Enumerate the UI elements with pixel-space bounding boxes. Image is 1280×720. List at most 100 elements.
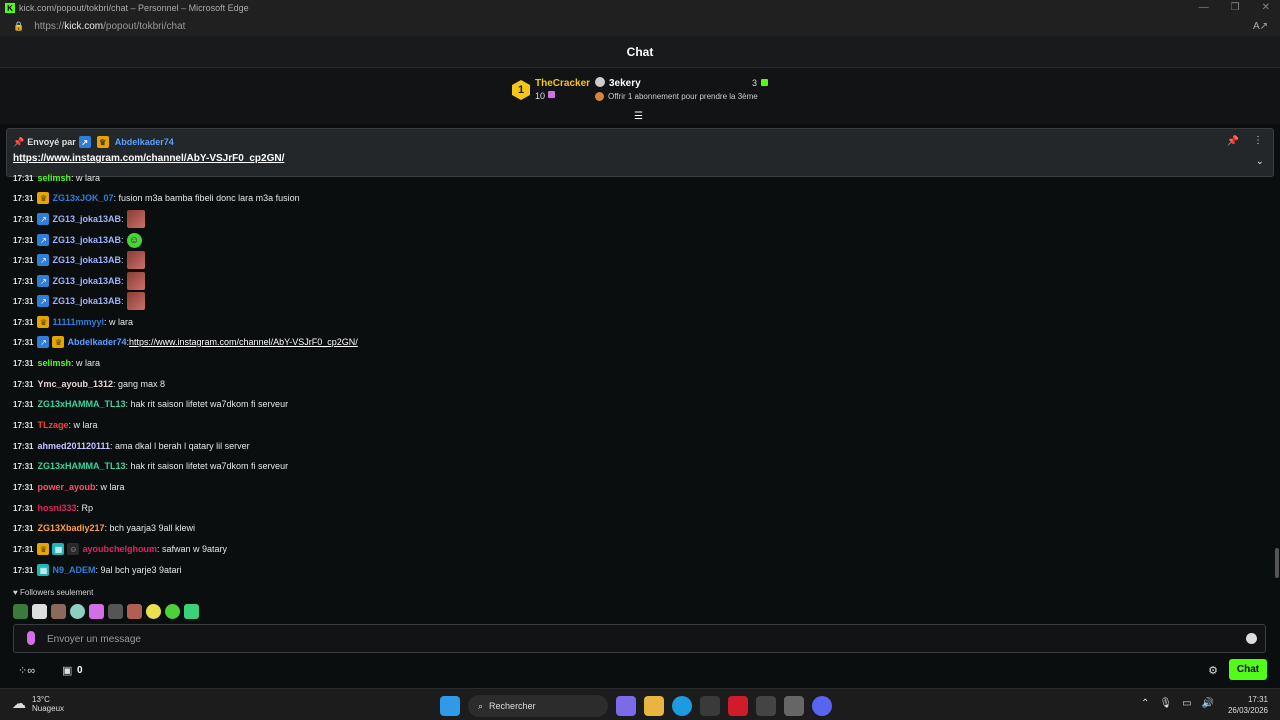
taskbar-clock[interactable]: 17:31 26/03/2026 bbox=[1228, 694, 1268, 716]
message-username[interactable]: Abdelkader74 bbox=[67, 337, 126, 347]
pinned-user[interactable]: Abdelkader74 bbox=[115, 137, 174, 147]
volume-icon[interactable]: 🔊 bbox=[1202, 698, 1214, 709]
message-username[interactable]: Ymc_ayoub_1312 bbox=[37, 379, 113, 389]
message-username[interactable]: ZG13xHAMMA_TL13 bbox=[37, 461, 125, 471]
vip-badge-icon: ↗ bbox=[37, 234, 50, 246]
leader-first-name[interactable]: TheCracker bbox=[535, 78, 590, 89]
maximize-button[interactable]: ❐ bbox=[1231, 2, 1240, 13]
chat-message: 17:31 ↗ ZG13_joka13AB: ☺ bbox=[13, 230, 142, 250]
message-link[interactable]: https://www.instagram.com/channel/AbY-VS… bbox=[129, 337, 358, 347]
message-username[interactable]: power_ayoub bbox=[37, 482, 95, 492]
message-text: : w lara bbox=[95, 482, 125, 492]
message-username[interactable]: ZG13xJOK_07 bbox=[52, 193, 113, 203]
copilot-icon[interactable] bbox=[616, 696, 636, 716]
unpin-icon[interactable]: 📌 bbox=[1227, 136, 1239, 147]
chat-message: 17:31 ↗ ♛ Abdelkader74: https://www.instagr… bbox=[13, 332, 358, 352]
emoji-picker-icon[interactable] bbox=[1246, 633, 1257, 644]
message-username[interactable]: selimsh bbox=[37, 358, 71, 368]
emote-1[interactable] bbox=[13, 603, 28, 619]
message-username[interactable]: ZG13_joka13AB bbox=[52, 276, 121, 286]
mic-tray-icon[interactable]: 🎙 bbox=[1159, 698, 1172, 709]
message-username[interactable]: hosni333 bbox=[37, 503, 76, 513]
chat-message: 17:31 ♛ 11111mmyyi: w lara bbox=[13, 312, 133, 332]
vip-badge-icon: ↗ bbox=[37, 213, 50, 225]
connections-icon[interactable]: ⁘∞ bbox=[18, 664, 35, 677]
file-explorer-icon[interactable] bbox=[644, 696, 664, 716]
emote-6[interactable] bbox=[108, 603, 123, 619]
chat-message: 17:31 ♛ ▦ ☺ ayoubchelghoum: safwan w 9atary bbox=[13, 539, 227, 559]
system-tray: ⌃ 🎙 ▭ 🔊 bbox=[1141, 698, 1214, 709]
gear-icon[interactable]: ⚙ bbox=[1208, 664, 1218, 677]
message-input-box[interactable] bbox=[13, 624, 1266, 653]
chat-message: 17:31 ↗ ZG13_joka13AB: bbox=[13, 271, 145, 291]
emote-5[interactable] bbox=[89, 603, 104, 619]
minimize-button[interactable]: — bbox=[1199, 2, 1209, 13]
read-aloud-icon[interactable]: A↗ bbox=[1253, 21, 1268, 32]
crown-badge-icon: ♛ bbox=[37, 316, 50, 328]
weather-widget[interactable]: ☁ 13°C Nuageux bbox=[12, 695, 64, 713]
emote-7[interactable] bbox=[127, 603, 142, 619]
message-time: 17:31 bbox=[13, 503, 34, 513]
emote-10[interactable] bbox=[184, 603, 199, 619]
chat-message: 17:31 ↗ ZG13_joka13AB: bbox=[13, 209, 145, 229]
clock-date: 26/03/2026 bbox=[1227, 706, 1268, 715]
face-emote-icon bbox=[126, 210, 145, 228]
message-username[interactable]: ZG13_joka13AB bbox=[52, 235, 121, 245]
chat-message: 17:31 selimsh: w lara bbox=[13, 353, 100, 373]
taskbar-search[interactable]: ⌕ Rechercher bbox=[468, 695, 608, 717]
message-username[interactable]: ZG13_joka13AB bbox=[52, 255, 121, 265]
message-username[interactable]: ZG13Xbadiy217 bbox=[37, 523, 104, 533]
message-username[interactable]: ZG13_joka13AB bbox=[52, 214, 121, 224]
points-count: 0 bbox=[77, 664, 83, 676]
points-icon[interactable]: ▣ bbox=[62, 664, 72, 677]
chevron-down-icon[interactable]: ⌄ bbox=[1256, 156, 1264, 167]
edge-icon[interactable] bbox=[672, 696, 692, 716]
emote-8[interactable] bbox=[146, 603, 161, 619]
message-time: 17:31 bbox=[13, 214, 34, 224]
chat-message: 17:31 selimsh: w lara bbox=[13, 170, 100, 188]
window-controls: — ❐ ✕ bbox=[1199, 2, 1270, 13]
message-username[interactable]: ZG13_joka13AB bbox=[52, 296, 121, 306]
message-username[interactable]: selimsh bbox=[37, 173, 71, 183]
emote-2[interactable] bbox=[32, 603, 47, 619]
message-username[interactable]: TLzage bbox=[37, 420, 68, 430]
settings-icon[interactable] bbox=[784, 696, 804, 716]
close-button[interactable]: ✕ bbox=[1262, 2, 1270, 13]
emote-3[interactable] bbox=[51, 603, 66, 619]
emote-9[interactable] bbox=[165, 603, 180, 619]
discord-icon[interactable] bbox=[812, 696, 832, 716]
face-emote-icon bbox=[126, 251, 145, 269]
message-text: : w lara bbox=[71, 173, 101, 183]
expand-leaderboard-icon[interactable]: ☰ bbox=[634, 111, 643, 122]
browser-active-icon[interactable] bbox=[756, 696, 776, 716]
acrobat-icon[interactable] bbox=[728, 696, 748, 716]
emote-4[interactable] bbox=[70, 603, 85, 619]
message-username[interactable]: ahmed201120111 bbox=[37, 441, 110, 451]
scrollbar[interactable] bbox=[1275, 548, 1279, 578]
message-text: : bbox=[121, 235, 124, 245]
vip-badge-icon: ↗ bbox=[37, 275, 50, 287]
message-username[interactable]: 11111mmyyi bbox=[52, 317, 104, 327]
vip-badge-icon: ↗ bbox=[37, 254, 50, 266]
message-username[interactable]: ayoubchelghoum bbox=[82, 544, 157, 554]
crown-badge-icon: ♛ bbox=[96, 136, 109, 148]
pinned-link[interactable]: https://www.instagram.com/channel/AbY-VS… bbox=[13, 153, 284, 164]
windows-start-icon[interactable] bbox=[440, 696, 460, 716]
message-time: 17:31 bbox=[13, 235, 34, 245]
message-username[interactable]: N9_ADEM bbox=[52, 565, 95, 575]
display-icon[interactable]: ▭ bbox=[1182, 698, 1191, 709]
message-time: 17:31 bbox=[13, 565, 34, 575]
tray-chevron-icon[interactable]: ⌃ bbox=[1141, 698, 1149, 709]
message-text: : gang max 8 bbox=[113, 379, 166, 389]
store-icon[interactable] bbox=[700, 696, 720, 716]
more-options-icon[interactable]: ⋮ bbox=[1253, 135, 1263, 146]
microphone-icon[interactable] bbox=[27, 631, 35, 645]
message-username[interactable]: ZG13xHAMMA_TL13 bbox=[37, 399, 125, 409]
leader-second-name[interactable]: 3ekery bbox=[609, 78, 641, 89]
gift-green-icon bbox=[761, 79, 768, 86]
chat-send-button[interactable]: Chat bbox=[1229, 659, 1267, 680]
window-title: kick.com/popout/tokbri/chat – Personnel … bbox=[19, 3, 249, 13]
message-input[interactable] bbox=[47, 630, 1227, 648]
address-bar[interactable]: 🔒 https://kick.com/popout/tokbri/chat A↗ bbox=[0, 16, 1280, 36]
chat-bottom-bar: ⁘∞ ▣ 0 bbox=[0, 658, 1280, 682]
